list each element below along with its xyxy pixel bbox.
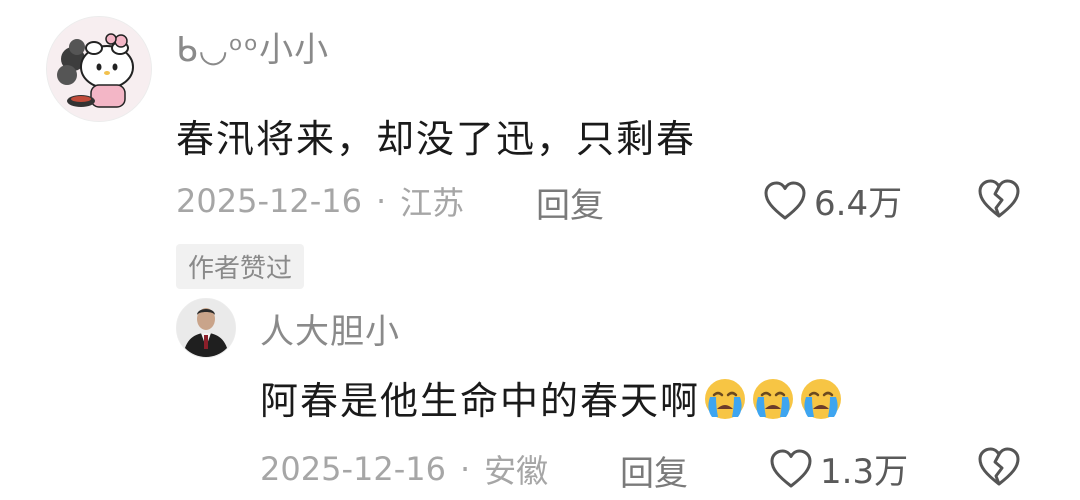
crying-face-emoji bbox=[796, 374, 844, 422]
reply-text: 阿春是他生命中的春天啊 bbox=[260, 379, 701, 423]
like-button[interactable]: 6.4万 bbox=[762, 176, 902, 225]
broken-heart-icon bbox=[978, 179, 1020, 218]
reply-username[interactable]: 人大胆小 bbox=[260, 304, 400, 353]
comment-date: 2025-12-16 bbox=[176, 182, 362, 220]
meta-separator: · bbox=[459, 450, 471, 488]
comment-username[interactable]: ᑲ◡ᵒᵒ小小 bbox=[176, 22, 329, 71]
reply-button[interactable]: 回复 bbox=[536, 178, 604, 227]
reply-dislike-button[interactable] bbox=[976, 446, 1022, 488]
reply-date: 2025-12-16 bbox=[260, 450, 446, 488]
reply-meta: 2025-12-16 · 安徽 bbox=[260, 446, 548, 492]
reply-like-count: 1.3万 bbox=[820, 452, 909, 492]
reply-location: 安徽 bbox=[484, 452, 549, 490]
comment-meta: 2025-12-16 · 江苏 bbox=[176, 178, 464, 224]
broken-heart-icon bbox=[978, 447, 1020, 486]
meta-separator: · bbox=[375, 182, 387, 220]
author-liked-badge: 作者赞过 bbox=[176, 244, 305, 289]
man-in-suit-avatar-image bbox=[177, 299, 235, 357]
comment-location: 江苏 bbox=[400, 184, 465, 222]
reply-avatar[interactable] bbox=[176, 298, 236, 358]
reply-reply-button[interactable]: 回复 bbox=[620, 446, 688, 495]
like-count: 6.4万 bbox=[814, 184, 903, 224]
crying-face-emoji bbox=[748, 374, 796, 422]
crying-face-emoji bbox=[700, 374, 748, 422]
comment-text: 春汛将来，却没了迅，只剩春 bbox=[176, 117, 697, 161]
avatar[interactable] bbox=[46, 16, 152, 122]
reply-like-button[interactable]: 1.3万 bbox=[768, 444, 908, 493]
heart-outline-icon bbox=[764, 181, 806, 219]
reply-text-row: 阿春是他生命中的春天啊 bbox=[260, 370, 844, 425]
hello-kitty-avatar-image bbox=[47, 17, 151, 121]
dislike-button[interactable] bbox=[976, 178, 1022, 220]
heart-outline-icon bbox=[770, 449, 812, 487]
